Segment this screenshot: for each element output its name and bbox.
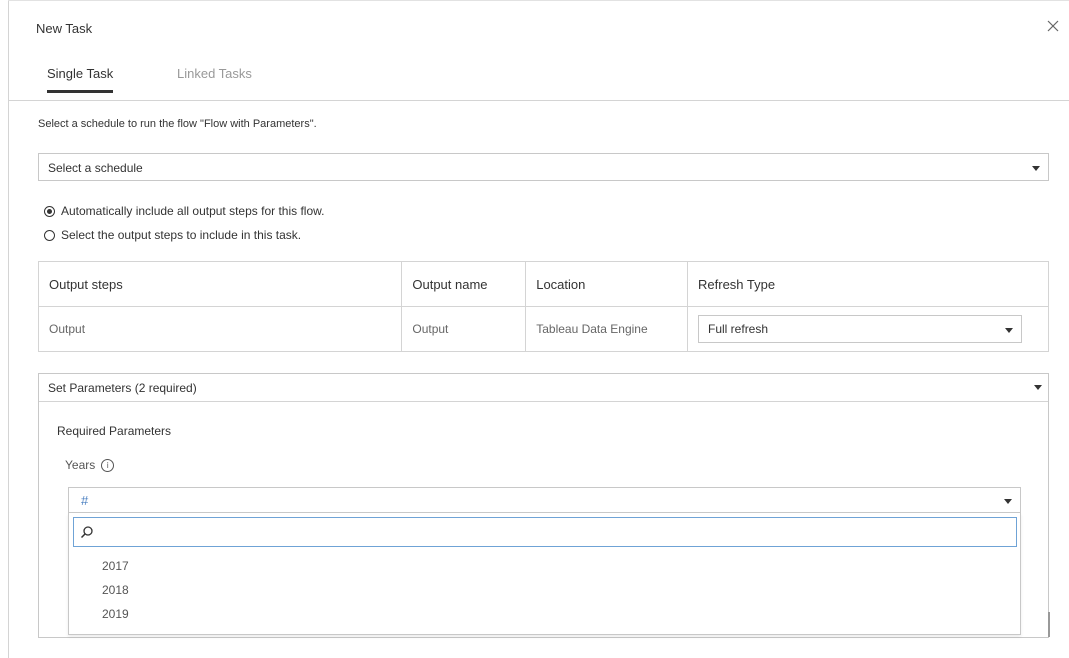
scrollbar[interactable]	[1048, 612, 1050, 637]
refresh-type-value: Full refresh	[708, 322, 769, 336]
close-icon[interactable]	[1045, 18, 1061, 34]
tab-linked-tasks[interactable]: Linked Tasks	[177, 66, 252, 81]
param-label: Years	[65, 458, 96, 472]
cell-output-step: Output	[37, 306, 403, 352]
cell-refresh-type: Full refresh	[687, 306, 1049, 352]
schedule-select[interactable]: Select a schedule	[38, 153, 1049, 181]
output-steps-table: Output steps Output name Location Refres…	[37, 261, 1049, 352]
dialog-title: New Task	[36, 21, 93, 36]
radio-unselected-icon	[44, 229, 55, 241]
caret-down-icon	[1004, 499, 1012, 504]
caret-down-icon	[1032, 166, 1040, 171]
radio-selected-icon	[44, 205, 55, 217]
years-parameter-label: Years i	[65, 458, 115, 472]
dialog-header: New Task	[9, 0, 1069, 52]
cell-output-name: Output	[401, 306, 527, 352]
list-item-year[interactable]: 2018	[102, 583, 129, 597]
cell-location: Tableau Data Engine	[525, 306, 689, 352]
info-icon[interactable]: i	[101, 458, 115, 472]
refresh-type-select[interactable]: Full refresh	[698, 315, 1023, 343]
required-parameters-title: Required Parameters	[57, 424, 172, 438]
schedule-placeholder: Select a schedule	[48, 161, 143, 175]
list-item-year[interactable]: 2017	[102, 559, 129, 573]
years-select[interactable]: #	[68, 487, 1021, 513]
table-header-row: Output steps Output name Location Refres…	[37, 261, 1049, 307]
years-dropdown-list: 2017 2018 2019	[68, 513, 1021, 635]
column-header: Output name	[401, 261, 527, 307]
list-item-year[interactable]: 2019	[102, 607, 129, 621]
column-header: Output steps	[37, 261, 403, 307]
parameters-header-label: Set Parameters (2 required)	[48, 381, 197, 395]
schedule-instruction: Select a schedule to run the flow "Flow …	[38, 118, 317, 130]
number-type-icon: #	[81, 493, 89, 508]
radio-label: Automatically include all output steps f…	[61, 204, 325, 218]
column-header: Refresh Type	[687, 261, 1049, 307]
radio-auto-include-outputs[interactable]: Automatically include all output steps f…	[44, 204, 324, 218]
column-header: Location	[525, 261, 689, 307]
tab-single-task[interactable]: Single Task	[47, 66, 114, 93]
search-icon	[80, 526, 93, 539]
radio-select-outputs[interactable]: Select the output steps to include in th…	[44, 228, 301, 242]
table-row: Output Output Tableau Data Engine Full r…	[37, 306, 1049, 352]
tab-bar: Single Task Linked Tasks	[9, 58, 1069, 101]
caret-down-icon	[1034, 385, 1042, 390]
radio-label: Select the output steps to include in th…	[61, 228, 302, 242]
search-input[interactable]	[73, 517, 1017, 547]
caret-down-icon	[1005, 328, 1014, 333]
parameters-header[interactable]: Set Parameters (2 required)	[39, 374, 1048, 402]
